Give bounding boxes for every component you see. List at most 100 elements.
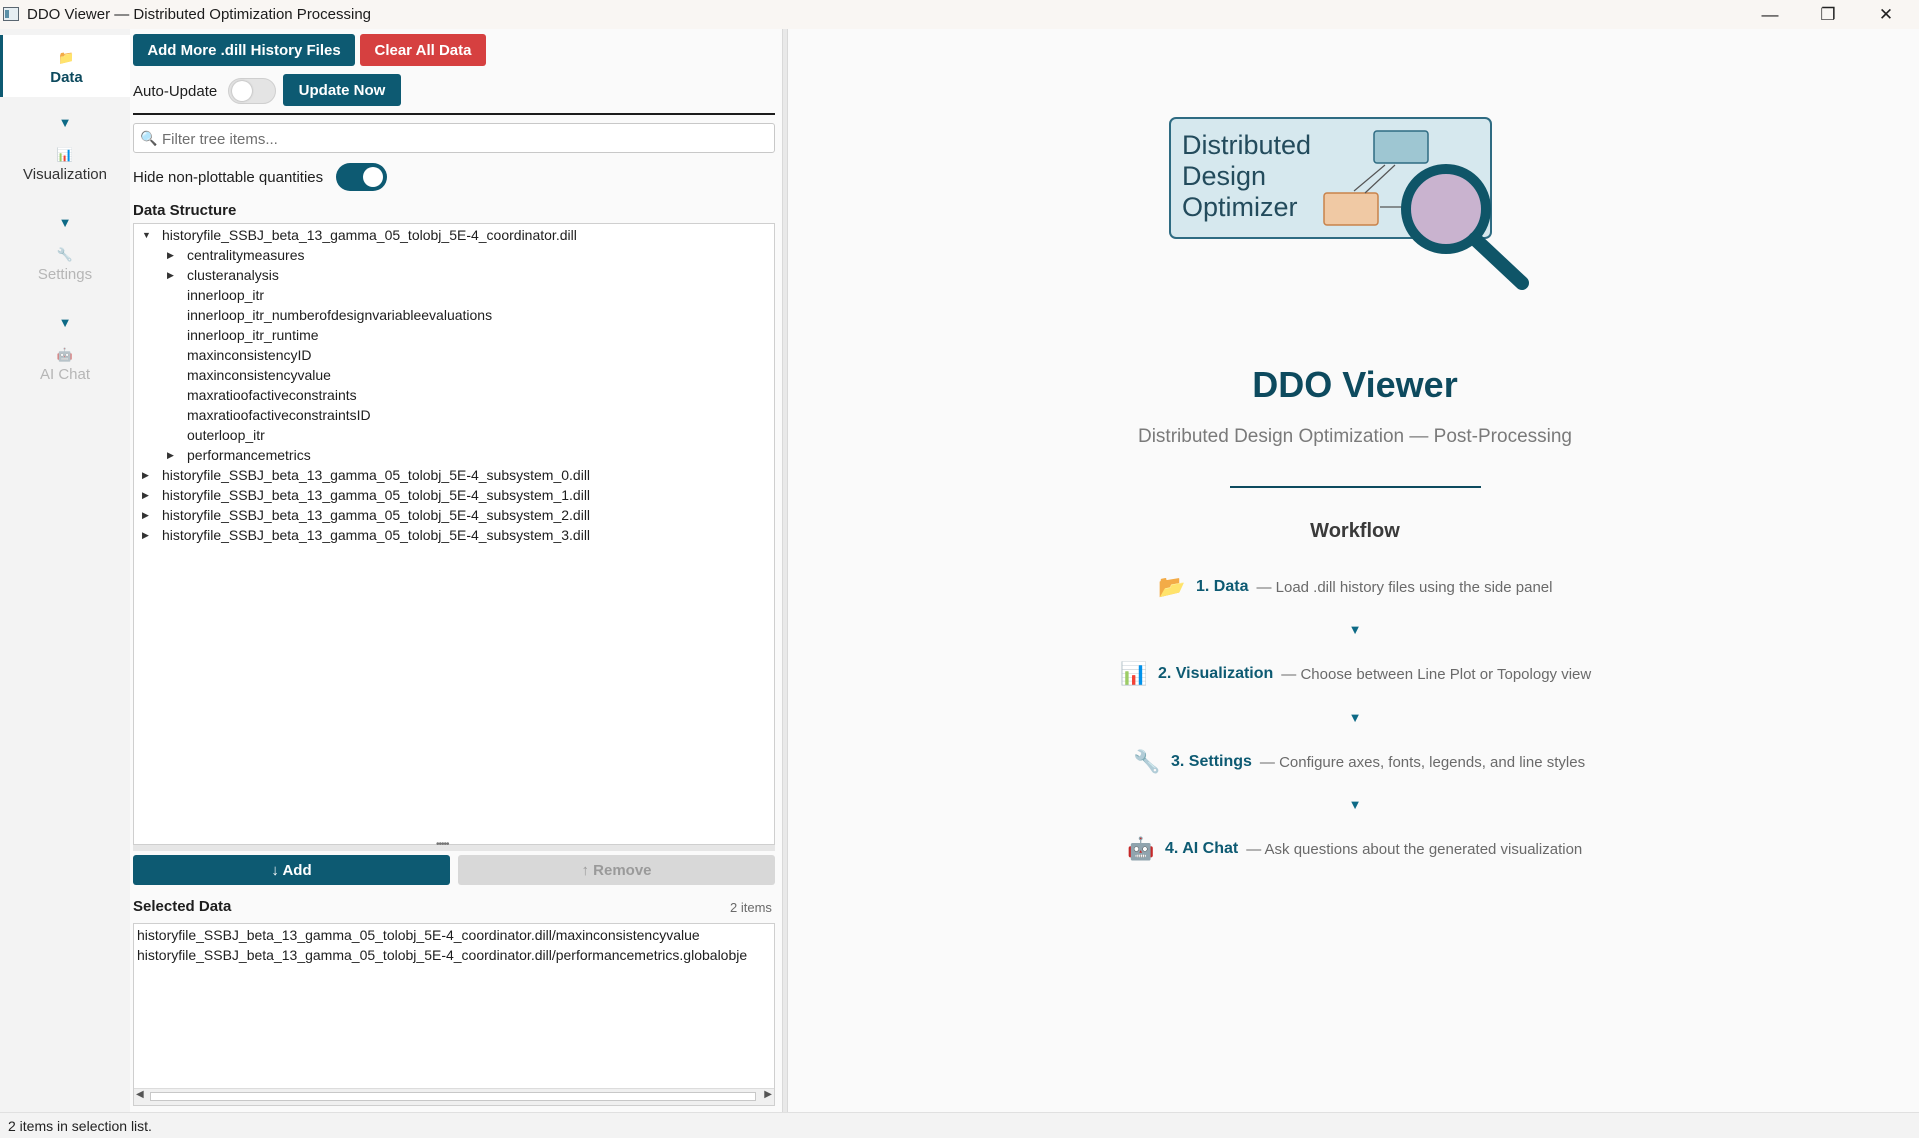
title-bar: DDO Viewer — Distributed Optimization Pr…: [0, 0, 1919, 29]
tree-item[interactable]: innerloop_itr: [187, 285, 264, 305]
status-text: 2 items in selection list.: [8, 1118, 152, 1134]
wrench-icon: 🔧: [56, 247, 74, 262]
data-structure-title: Data Structure: [133, 202, 237, 219]
list-item[interactable]: historyfile_SSBJ_beta_13_gamma_05_tolobj…: [137, 945, 747, 965]
nav-item-data[interactable]: 📁 Data: [0, 35, 130, 97]
workflow-arrow-icon: ▼: [1348, 710, 1362, 725]
step-name: 4. AI Chat: [1165, 840, 1239, 857]
tree-item[interactable]: historyfile_SSBJ_beta_13_gamma_05_tolobj…: [162, 465, 590, 485]
logo-box: [1373, 130, 1429, 164]
workflow-arrow-icon: ▼: [1348, 797, 1362, 812]
data-tree: ▼ historyfile_SSBJ_beta_13_gamma_05_tolob…: [133, 223, 775, 845]
logo-text: Distributed Design Optimizer: [1182, 130, 1311, 223]
hide-nonplottable-toggle[interactable]: [336, 163, 387, 191]
tree-item[interactable]: innerloop_itr_runtime: [187, 325, 319, 345]
selected-data-title: Selected Data: [133, 898, 232, 915]
collapsed-arrow-icon[interactable]: ▶: [142, 530, 149, 541]
tree-item[interactable]: historyfile_SSBJ_beta_13_gamma_05_tolobj…: [162, 505, 590, 525]
robot-icon: 🤖: [56, 347, 74, 362]
nav-arrow-icon: ▼: [58, 215, 72, 230]
tree-item[interactable]: clusteranalysis: [187, 265, 279, 285]
window-title: DDO Viewer — Distributed Optimization Pr…: [27, 6, 372, 23]
scroll-right-icon[interactable]: ▶: [764, 1089, 772, 1100]
nav-arrow-icon: ▼: [58, 115, 72, 130]
tree-item[interactable]: historyfile_SSBJ_beta_13_gamma_05_tolobj…: [162, 225, 577, 245]
filter-input[interactable]: [160, 128, 764, 150]
tree-item[interactable]: innerloop_itr_numberofdesignvariableeval…: [187, 305, 492, 325]
workflow-arrow-icon: ▼: [1348, 622, 1362, 637]
nav-item-ai-chat[interactable]: 🤖 AI Chat: [0, 347, 130, 384]
add-files-button[interactable]: Add More .dill History Files: [133, 34, 355, 66]
toggle-knob: [232, 81, 252, 101]
nav-item-label: Visualization: [23, 166, 107, 183]
splitter-handle[interactable]: •••••: [133, 839, 775, 851]
panel-splitter[interactable]: [782, 29, 788, 1112]
nav-item-label: AI Chat: [39, 366, 91, 383]
auto-update-label: Auto-Update: [133, 83, 218, 100]
logo-line: Optimizer: [1182, 192, 1298, 222]
tree-item[interactable]: historyfile_SSBJ_beta_13_gamma_05_tolobj…: [162, 485, 590, 505]
remove-button[interactable]: ↑ Remove: [458, 855, 775, 885]
clear-all-button[interactable]: Clear All Data: [360, 34, 486, 66]
tree-item[interactable]: historyfile_SSBJ_beta_13_gamma_05_tolobj…: [162, 525, 590, 545]
scroll-left-icon[interactable]: ◀: [136, 1089, 144, 1100]
update-now-button[interactable]: Update Now: [283, 74, 401, 106]
step-name: 2. Visualization: [1158, 665, 1274, 682]
tree-item[interactable]: outerloop_itr: [187, 425, 265, 445]
search-icon: 🔍: [140, 130, 158, 146]
divider: [133, 113, 775, 115]
filter-box: 🔍: [133, 123, 775, 153]
nav-item-label: Data: [50, 69, 83, 86]
step-name: 1. Data: [1196, 578, 1249, 595]
workflow-step-settings: 🔧 3. Settings — Configure axes, fonts, l…: [1133, 749, 1586, 774]
collapsed-arrow-icon[interactable]: ▶: [142, 470, 149, 481]
expanded-arrow-icon[interactable]: ▼: [142, 230, 151, 240]
scrollbar-thumb[interactable]: [150, 1092, 756, 1101]
step-description: — Load .dill history files using the sid…: [1256, 578, 1553, 596]
collapsed-arrow-icon[interactable]: ▶: [167, 450, 174, 461]
collapsed-arrow-icon[interactable]: ▶: [142, 510, 149, 521]
selected-list: historyfile_SSBJ_beta_13_gamma_05_tolobj…: [133, 923, 775, 1106]
status-bar: 2 items in selection list.: [0, 1112, 1919, 1138]
logo-box: [1323, 192, 1379, 226]
wrench-icon: 🔧: [1133, 749, 1161, 774]
workflow-step-visualization: 📊 2. Visualization — Choose between Line…: [1120, 661, 1592, 686]
add-button[interactable]: ↓ Add: [133, 855, 450, 885]
bar-chart-icon: 📊: [1120, 661, 1148, 686]
folder-icon: 📁: [58, 50, 75, 65]
tree-item[interactable]: centralitymeasures: [187, 245, 305, 265]
step-name: 3. Settings: [1171, 753, 1252, 770]
magnifier-handle: [1468, 232, 1529, 290]
toggle-knob: [363, 167, 383, 187]
horizontal-scrollbar[interactable]: ◀ ▶: [134, 1088, 774, 1105]
minimize-button[interactable]: —: [1741, 0, 1799, 29]
close-button[interactable]: ✕: [1857, 0, 1915, 29]
collapsed-arrow-icon[interactable]: ▶: [167, 270, 174, 281]
collapsed-arrow-icon[interactable]: ▶: [142, 490, 149, 501]
tree-item[interactable]: performancemetrics: [187, 445, 311, 465]
collapsed-arrow-icon[interactable]: ▶: [167, 250, 174, 261]
app-title: DDO Viewer: [1252, 364, 1458, 405]
workflow-title: Workflow: [1310, 520, 1400, 542]
list-item[interactable]: historyfile_SSBJ_beta_13_gamma_05_tolobj…: [137, 925, 700, 945]
robot-icon: 🤖: [1127, 836, 1155, 861]
tree-item[interactable]: maxinconsistencyID: [187, 345, 312, 365]
bar-chart-icon: 📊: [56, 147, 74, 162]
app-icon: [3, 7, 19, 21]
hide-nonplottable-label: Hide non-plottable quantities: [133, 169, 324, 186]
maximize-button[interactable]: ❐: [1799, 0, 1857, 29]
nav-item-settings[interactable]: 🔧 Settings: [0, 247, 130, 284]
auto-update-toggle[interactable]: [228, 78, 276, 104]
step-description: — Configure axes, fonts, legends, and li…: [1259, 753, 1586, 771]
nav-item-visualization[interactable]: 📊 Visualization: [0, 147, 130, 184]
step-description: — Choose between Line Plot or Topology v…: [1281, 665, 1592, 683]
logo-line: Design: [1182, 161, 1267, 191]
tree-item[interactable]: maxratioofactiveconstraintsID: [187, 405, 371, 425]
nav-item-label: Settings: [37, 266, 93, 283]
tree-item[interactable]: maxratioofactiveconstraints: [187, 385, 357, 405]
grip-icon: •••••: [436, 839, 449, 850]
workflow-step-ai-chat: 🤖 4. AI Chat — Ask questions about the g…: [1127, 836, 1582, 861]
folder-icon: 📂: [1158, 574, 1186, 599]
workflow-step-data: 📂 1. Data — Load .dill history files usi…: [1158, 574, 1553, 599]
tree-item[interactable]: maxinconsistencyvalue: [187, 365, 331, 385]
